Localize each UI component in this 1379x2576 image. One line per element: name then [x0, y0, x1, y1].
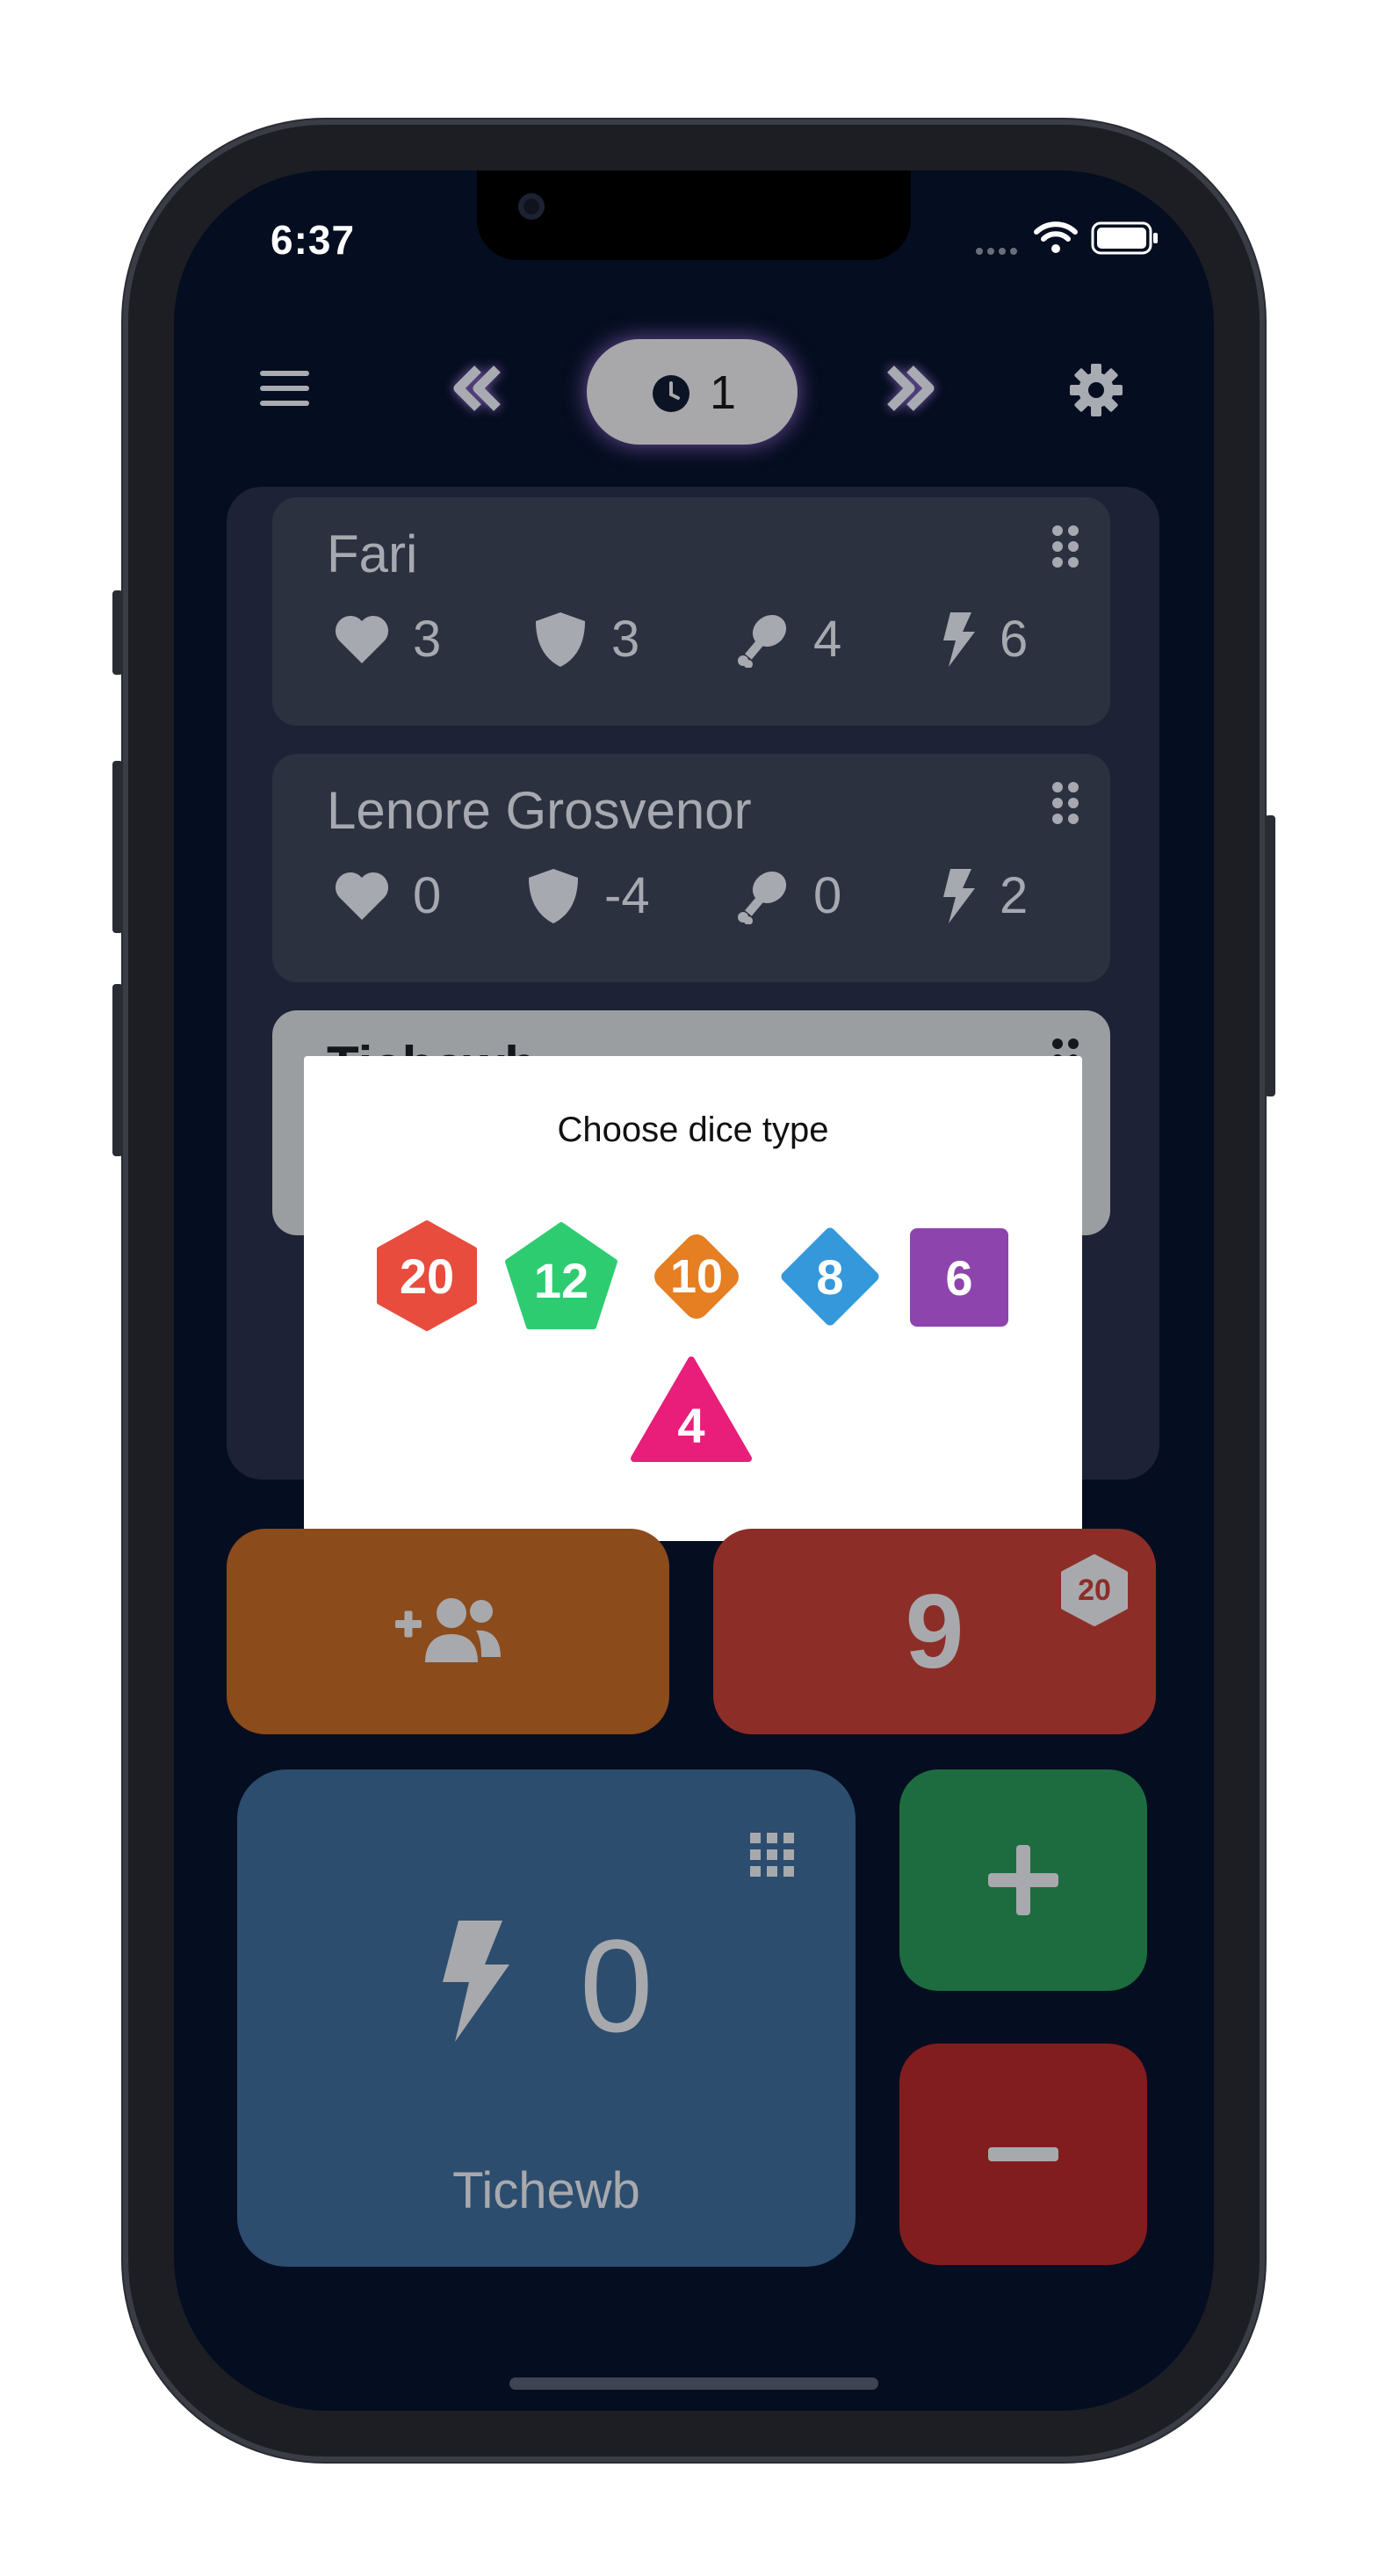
wifi-icon [1033, 220, 1079, 259]
counter-value: 0 [580, 1912, 653, 2059]
heart-icon [335, 872, 389, 920]
gear-icon[interactable] [1068, 362, 1124, 423]
d6-die-button[interactable]: 6 [908, 1226, 1010, 1328]
d10-die-button[interactable]: 10 [639, 1219, 754, 1334]
stat-health: 3 [334, 610, 441, 669]
die-label: 8 [816, 1248, 844, 1305]
minus-icon [988, 2147, 1058, 2166]
volume-down-button [112, 984, 123, 1156]
bolt-icon [441, 1919, 511, 2048]
increment-button[interactable] [899, 1769, 1147, 1991]
roll-result-button[interactable]: 9 20 [713, 1529, 1156, 1734]
add-player-button[interactable] [227, 1529, 669, 1734]
stat-health: 0 [334, 866, 441, 925]
die-label: 10 [669, 1250, 724, 1303]
energy-value: 6 [1000, 611, 1029, 668]
battery-icon [1091, 221, 1159, 259]
food-value: 4 [813, 611, 842, 668]
power-button [1265, 815, 1275, 1096]
bolt-icon [943, 611, 975, 667]
signal-icon [975, 244, 1019, 255]
app-screen: 6:37 1 Fari 3 3 4 6 Lenore Grosvenor 0 -… [174, 170, 1214, 2411]
d12-die-button[interactable]: 12 [502, 1219, 620, 1332]
grid-icon[interactable] [750, 1833, 794, 1881]
d20-badge-icon: 20 [1059, 1553, 1130, 1627]
volume-up-button [112, 761, 123, 933]
stat-armor: 3 [532, 610, 639, 669]
menu-icon[interactable] [260, 369, 309, 412]
plus-icon [988, 1845, 1058, 1920]
player-name: Fari [327, 525, 418, 583]
stat-energy: 6 [942, 610, 1028, 669]
mute-switch [112, 590, 123, 675]
health-value: 3 [413, 611, 442, 668]
notch [477, 170, 911, 260]
dialog-title: Choose dice type [557, 1111, 829, 1149]
stat-food: 0 [734, 866, 841, 925]
armor-value: -4 [604, 867, 650, 924]
health-value: 0 [413, 867, 442, 924]
drag-handle-icon[interactable] [1050, 524, 1080, 574]
die-label: 4 [677, 1397, 705, 1453]
decrement-button[interactable] [899, 2044, 1147, 2265]
d8-die-button[interactable]: 8 [773, 1219, 887, 1334]
player-name: Lenore Grosvenor [327, 781, 752, 840]
energy-value: 2 [1000, 867, 1029, 924]
home-indicator[interactable] [509, 2377, 878, 2390]
front-camera [518, 193, 545, 220]
die-label: 6 [945, 1249, 973, 1306]
food-value: 0 [813, 867, 842, 924]
round-counter[interactable]: 1 [587, 339, 798, 445]
drumstick-icon [738, 871, 787, 924]
status-time: 6:37 [271, 217, 356, 263]
heart-icon [335, 615, 389, 663]
shield-icon [529, 868, 578, 923]
player-card[interactable]: Fari 3 3 4 6 [272, 497, 1110, 726]
bolt-icon [943, 868, 975, 923]
double-chevron-left-icon[interactable] [451, 365, 504, 416]
double-chevron-right-icon[interactable] [884, 365, 936, 416]
d4-die-button[interactable]: 4 [629, 1355, 754, 1464]
d20-die-button[interactable]: 20 [374, 1219, 480, 1332]
counter-player-name: Tichewb [452, 2162, 640, 2219]
active-player-counter[interactable]: 0 Tichewb [237, 1769, 856, 2267]
roll-die-label: 20 [1078, 1573, 1111, 1607]
stat-energy: 2 [942, 866, 1028, 925]
die-label: 20 [399, 1248, 455, 1304]
armor-value: 3 [611, 611, 640, 668]
dice-type-dialog: Choose dice type 20 12 10 8 6 4 [304, 1056, 1082, 1541]
die-label: 12 [533, 1252, 589, 1308]
player-card[interactable]: Lenore Grosvenor 0 -4 0 2 [272, 754, 1110, 982]
clock-icon [652, 374, 690, 417]
add-group-icon [393, 1592, 502, 1668]
round-number: 1 [710, 366, 737, 419]
drag-handle-icon[interactable] [1050, 780, 1080, 830]
stat-food: 4 [734, 610, 841, 669]
drumstick-icon [738, 614, 787, 668]
shield-icon [536, 611, 585, 667]
stat-armor: -4 [525, 866, 650, 925]
